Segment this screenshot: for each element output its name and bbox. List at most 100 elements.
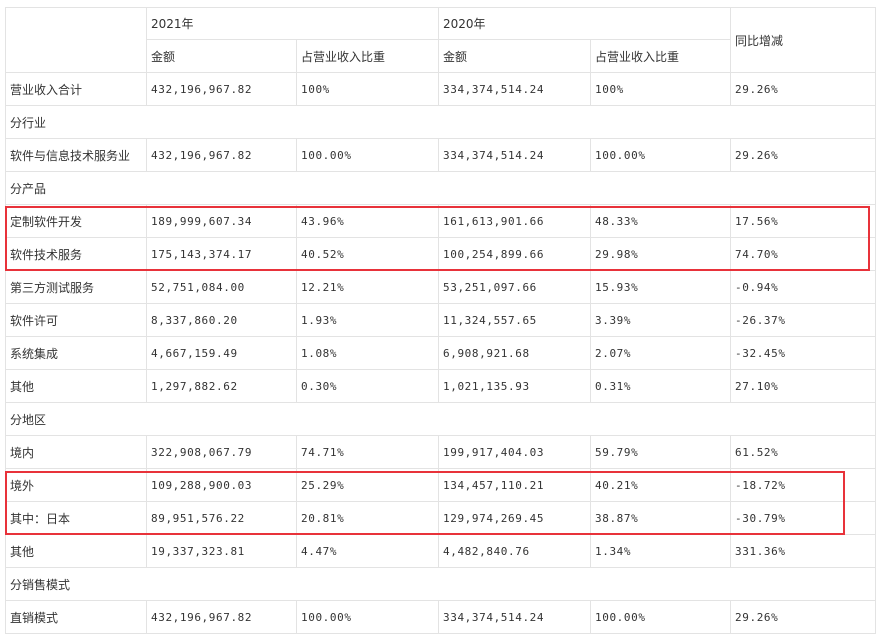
cell-ratio-2021: 100%	[295, 72, 440, 106]
section-row: 分行业	[4, 105, 877, 139]
table-row: 定制软件开发 189,999,607.34 43.96% 161,613,901.66…	[5, 204, 877, 238]
cell-amount-2021: 89,951,576.22	[146, 501, 297, 535]
cell-ratio-2021: 43.96%	[295, 204, 440, 238]
cell-amount-2020: 1,021,135.93	[438, 369, 592, 403]
header-ratio-2020: 占营业收入比重	[590, 39, 732, 73]
cell-yoy: -32.45%	[730, 336, 877, 370]
cell-yoy: 61.52%	[730, 435, 877, 469]
row-label: 其中：日本	[5, 501, 147, 535]
header-year-2020: 2020年	[438, 7, 732, 40]
cell-ratio-2020: 100.00%	[590, 138, 732, 172]
header-yoy: 同比增减	[730, 7, 877, 73]
section-label: 分销售模式	[4, 567, 877, 601]
row-label: 系统集成	[5, 336, 147, 370]
row-label: 软件许可	[5, 303, 147, 337]
cell-amount-2021: 175,143,374.17	[146, 237, 297, 271]
cell-yoy: 74.70%	[730, 237, 877, 271]
section-row: 分产品	[4, 171, 877, 205]
cell-yoy: -0.94%	[730, 270, 877, 304]
header-row-years: 2021年 2020年 同比增减	[5, 7, 877, 73]
table-row: 系统集成 4,667,159.49 1.08% 6,908,921.68 2.07% -3…	[5, 336, 877, 370]
cell-amount-2021: 189,999,607.34	[146, 204, 297, 238]
table-row: 直销模式 432,196,967.82 100.00% 334,374,514.24 1…	[5, 600, 877, 634]
cell-ratio-2021: 100.00%	[295, 600, 440, 634]
cell-amount-2020: 100,254,899.66	[438, 237, 592, 271]
table-row: 第三方测试服务 52,751,084.00 12.21% 53,251,097.66 1…	[5, 270, 877, 304]
cell-amount-2021: 432,196,967.82	[146, 600, 297, 634]
row-label: 境外	[5, 468, 147, 502]
cell-amount-2020: 4,482,840.76	[438, 534, 592, 568]
row-label: 软件与信息技术服务业	[5, 138, 147, 172]
cell-yoy: -18.72%	[730, 468, 877, 502]
section-row: 分销售模式	[4, 567, 877, 601]
cell-ratio-2021: 1.08%	[295, 336, 440, 370]
cell-amount-2021: 19,337,323.81	[146, 534, 297, 568]
cell-ratio-2020: 38.87%	[590, 501, 732, 535]
cell-amount-2020: 129,974,269.45	[438, 501, 592, 535]
table-row: 软件技术服务 175,143,374.17 40.52% 100,254,899.66…	[5, 237, 877, 271]
cell-amount-2021: 1,297,882.62	[146, 369, 297, 403]
cell-amount-2021: 52,751,084.00	[146, 270, 297, 304]
table-row: 软件与信息技术服务业 432,196,967.82 100.00% 334,374,5…	[5, 138, 877, 172]
cell-ratio-2021: 20.81%	[295, 501, 440, 535]
table-row: 软件许可 8,337,860.20 1.93% 11,324,557.65 3.39% -…	[5, 303, 877, 337]
cell-ratio-2021: 74.71%	[295, 435, 440, 469]
cell-ratio-2020: 2.07%	[590, 336, 732, 370]
cell-ratio-2020: 29.98%	[590, 237, 732, 271]
cell-amount-2020: 134,457,110.21	[438, 468, 592, 502]
cell-amount-2020: 53,251,097.66	[438, 270, 592, 304]
table-row: 境内 322,908,067.79 74.71% 199,917,404.03 59.7…	[5, 435, 877, 469]
cell-amount-2020: 6,908,921.68	[438, 336, 592, 370]
revenue-table-body: 2021年 2020年 同比增减 金额 占营业收入比重 金额 占营业收入比重 营…	[4, 7, 877, 634]
cell-yoy: -30.79%	[730, 501, 877, 535]
cell-ratio-2020: 0.31%	[590, 369, 732, 403]
cell-ratio-2020: 1.34%	[590, 534, 732, 568]
table-row: 其中：日本 89,951,576.22 20.81% 129,974,269.45 38…	[5, 501, 877, 535]
cell-yoy: -26.37%	[730, 303, 877, 337]
row-label: 直销模式	[5, 600, 147, 634]
row-label: 其他	[5, 369, 147, 403]
cell-ratio-2020: 59.79%	[590, 435, 732, 469]
cell-ratio-2021: 0.30%	[295, 369, 440, 403]
cell-yoy: 29.26%	[730, 72, 877, 106]
header-amount-2020: 金额	[438, 39, 592, 73]
row-label: 软件技术服务	[5, 237, 147, 271]
cell-yoy: 331.36%	[730, 534, 877, 568]
cell-amount-2021: 432,196,967.82	[146, 138, 297, 172]
cell-ratio-2020: 40.21%	[590, 468, 732, 502]
row-label: 境内	[5, 435, 147, 469]
cell-amount-2021: 432,196,967.82	[146, 72, 297, 106]
table-row: 境外 109,288,900.03 25.29% 134,457,110.21 40.2…	[5, 468, 877, 502]
cell-amount-2020: 334,374,514.24	[438, 600, 592, 634]
header-ratio-2021: 占营业收入比重	[295, 39, 440, 73]
cell-amount-2020: 161,613,901.66	[438, 204, 592, 238]
header-year-2021: 2021年	[145, 7, 440, 40]
header-amount-2021: 金额	[146, 39, 297, 73]
section-label: 分产品	[4, 171, 877, 205]
cell-ratio-2021: 40.52%	[295, 237, 440, 271]
cell-ratio-2021: 100.00%	[295, 138, 440, 172]
cell-amount-2021: 8,337,860.20	[146, 303, 297, 337]
cell-yoy: 29.26%	[730, 138, 877, 172]
section-row: 分地区	[4, 402, 877, 436]
cell-ratio-2020: 100.00%	[590, 600, 732, 634]
table-row: 其他 1,297,882.62 0.30% 1,021,135.93 0.31% 27.1…	[5, 369, 877, 403]
cell-ratio-2021: 12.21%	[295, 270, 440, 304]
cell-ratio-2021: 25.29%	[295, 468, 440, 502]
row-label: 其他	[5, 534, 147, 568]
cell-ratio-2020: 3.39%	[590, 303, 732, 337]
cell-yoy: 29.26%	[730, 600, 877, 634]
section-label: 分行业	[4, 105, 877, 139]
header-empty-cell	[5, 7, 147, 73]
cell-amount-2020: 199,917,404.03	[438, 435, 592, 469]
cell-amount-2021: 4,667,159.49	[146, 336, 297, 370]
cell-amount-2020: 334,374,514.24	[438, 138, 592, 172]
cell-ratio-2020: 100%	[590, 72, 732, 106]
cell-yoy: 27.10%	[730, 369, 877, 403]
revenue-table: 2021年 2020年 同比增减 金额 占营业收入比重 金额 占营业收入比重 营…	[4, 7, 877, 634]
row-label: 营业收入合计	[5, 72, 147, 106]
cell-amount-2020: 11,324,557.65	[438, 303, 592, 337]
row-label: 定制软件开发	[5, 204, 147, 238]
section-label: 分地区	[4, 402, 877, 436]
cell-amount-2020: 334,374,514.24	[438, 72, 592, 106]
